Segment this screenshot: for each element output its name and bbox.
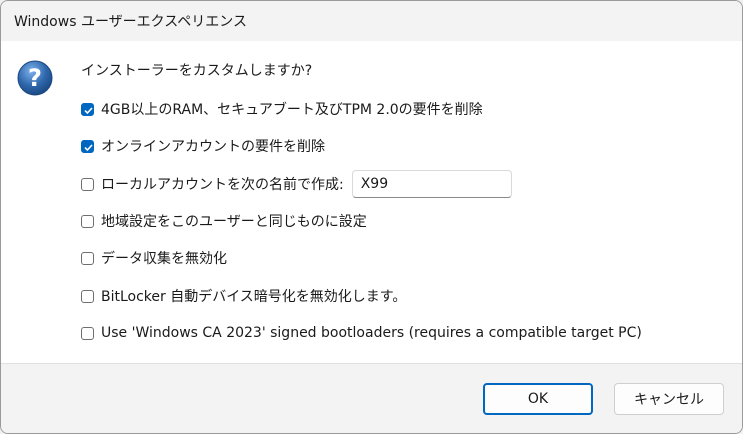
title-bar[interactable]: Windows ユーザーエクスペリエンス	[1, 1, 742, 41]
checkbox-disable-data-collection[interactable]	[81, 251, 94, 265]
dialog-window: Windows ユーザーエクスペリエンス ? インストーラーをカスタムしますか?…	[0, 0, 743, 434]
option-create-local-account[interactable]: ローカルアカウントを次の名前で作成:	[81, 170, 512, 198]
option-label: 4GB以上のRAM、セキュアブート及びTPM 2.0の要件を削除	[101, 102, 483, 118]
checkmark-icon	[84, 106, 93, 114]
dialog-content: ? インストーラーをカスタムしますか? 4GB以上のRAM、セキュアブート及びT…	[1, 41, 742, 363]
option-label: 地域設定をこのユーザーと同じものに設定	[101, 214, 367, 230]
option-label: データ収集を無効化	[101, 251, 227, 267]
checkbox-remove-online-account[interactable]	[81, 139, 94, 153]
checkbox-ca2023-bootloaders[interactable]	[81, 326, 94, 340]
dialog-footer: OK キャンセル	[1, 363, 742, 433]
option-remove-hw-requirements[interactable]: 4GB以上のRAM、セキュアブート及びTPM 2.0の要件を削除	[81, 99, 483, 119]
checkbox-create-local-account[interactable]	[81, 177, 94, 191]
option-label: ローカルアカウントを次の名前で作成:	[101, 177, 344, 193]
checkmark-icon	[84, 143, 93, 151]
option-regional-settings[interactable]: 地域設定をこのユーザーと同じものに設定	[81, 211, 367, 231]
option-label: オンラインアカウントの要件を削除	[101, 139, 325, 155]
option-ca2023-bootloaders[interactable]: Use 'Windows CA 2023' signed bootloaders…	[81, 323, 642, 343]
ok-button[interactable]: OK	[483, 383, 593, 415]
prompt-text: インストーラーをカスタムしますか?	[81, 63, 313, 79]
svg-text:?: ?	[28, 64, 42, 92]
checkbox-regional-settings[interactable]	[81, 214, 94, 228]
option-remove-online-account[interactable]: オンラインアカウントの要件を削除	[81, 136, 325, 156]
option-disable-data-collection[interactable]: データ収集を無効化	[81, 248, 227, 268]
checkbox-disable-bitlocker[interactable]	[81, 289, 94, 303]
option-disable-bitlocker[interactable]: BitLocker 自動デバイス暗号化を無効化します。	[81, 286, 406, 306]
question-mark-icon: ?	[17, 60, 53, 96]
local-account-name-input[interactable]	[351, 170, 512, 198]
window-title: Windows ユーザーエクスペリエンス	[14, 14, 247, 30]
checkbox-remove-hw-requirements[interactable]	[81, 102, 94, 116]
option-label: BitLocker 自動デバイス暗号化を無効化します。	[101, 289, 407, 305]
option-label: Use 'Windows CA 2023' signed bootloaders…	[101, 325, 642, 341]
cancel-button[interactable]: キャンセル	[614, 383, 724, 415]
